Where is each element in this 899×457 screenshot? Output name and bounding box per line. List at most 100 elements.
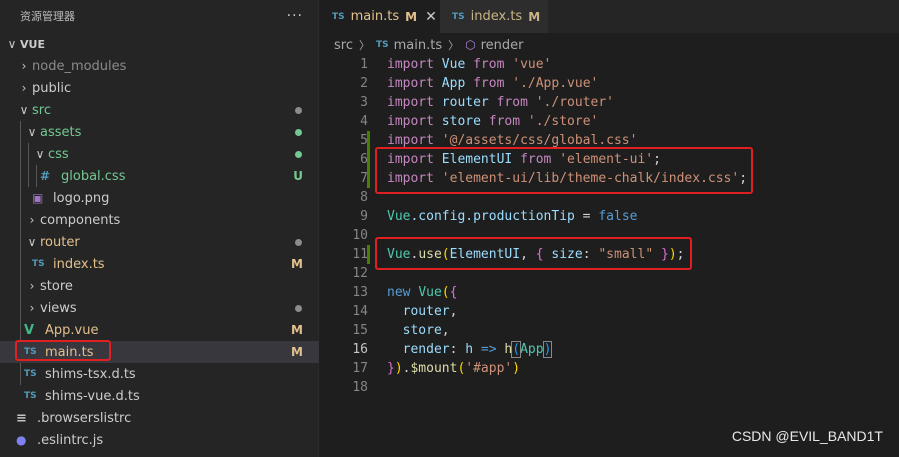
more-actions-icon[interactable]: ··· [287, 8, 303, 24]
chevron-right-icon: 〉 [448, 39, 460, 52]
line-number: 11 [352, 247, 368, 262]
chevron-right-icon: › [29, 301, 35, 315]
tree-item-components[interactable]: › components [0, 209, 319, 231]
line-number: 17 [352, 361, 368, 376]
breadcrumb-symbol[interactable]: render [481, 38, 524, 53]
typescript-file-icon: TS [332, 11, 345, 22]
typescript-file-icon: TS [24, 369, 37, 379]
code-string: '@/assets/css/global.css' [441, 133, 638, 148]
eslint-file-icon: ● [16, 433, 27, 447]
line-number: 18 [352, 380, 368, 395]
imports-highlight-box [375, 147, 753, 194]
tab-label: index.ts [470, 9, 523, 24]
line-number: 16 [352, 342, 368, 357]
tree-item-router[interactable]: ∨ router [0, 231, 319, 253]
tree-item-label: .eslintrc.js [37, 432, 104, 448]
code-string: 'vue' [512, 57, 552, 72]
tree-item-shims-vue[interactable]: TS shims-vue.d.ts [0, 385, 319, 407]
code-string: './router' [535, 95, 615, 110]
code-bracket: { [449, 285, 458, 300]
chevron-right-icon: › [29, 213, 35, 227]
tree-item-assets[interactable]: ∨ assets [0, 121, 319, 143]
tab-modified-badge: M [405, 9, 418, 24]
vue-file-icon: V [24, 322, 35, 338]
tree-item-global-css[interactable]: # global.css U [0, 165, 319, 187]
config-file-icon: ≡ [16, 410, 27, 426]
git-status-dot [295, 128, 302, 136]
tree-item-label: global.css [61, 168, 126, 184]
code-keyword: from [473, 76, 505, 91]
code-operator: = [574, 209, 599, 224]
git-status-badge: U [293, 169, 303, 183]
tree-item-eslintrc[interactable]: ● .eslintrc.js [0, 429, 319, 451]
git-status-dot [295, 304, 302, 312]
tab-main-ts[interactable]: TS main.ts M ✕ [320, 0, 440, 33]
tree-item-label: logo.png [53, 190, 110, 206]
code-keyword: import [387, 57, 434, 72]
tree-item-logo-png[interactable]: ▣ logo.png [0, 187, 319, 209]
tree-item-public[interactable]: › public [0, 77, 319, 99]
tree-item-views[interactable]: › views [0, 297, 319, 319]
tree-item-app-vue[interactable]: V App.vue M [0, 319, 319, 341]
tree-item-label: views [40, 300, 77, 316]
code-keyword: from [488, 114, 521, 129]
breadcrumb-file[interactable]: main.ts [394, 38, 442, 53]
chevron-down-icon: ∨ [27, 125, 37, 139]
tree-item-router-index-ts[interactable]: TS index.ts M [0, 253, 319, 275]
line-number: 12 [352, 266, 368, 281]
line-number: 2 [360, 76, 368, 91]
tree-item-label: shims-tsx.d.ts [45, 366, 136, 382]
code-editor[interactable]: 1 2 3 4 5 6 7 8 9 10 11 12 13 14 15 16 1… [320, 55, 899, 457]
git-status-badge: M [291, 323, 303, 337]
tree-item-label: index.ts [53, 256, 105, 272]
git-status-dot [295, 106, 302, 114]
tree-item-label: App.vue [45, 322, 99, 338]
git-status-dot [295, 238, 302, 246]
code-line-1: import Vue from 'vue' [387, 55, 551, 74]
line-number: 6 [360, 152, 368, 167]
code-line-17: }).$mount('#app') [387, 359, 520, 378]
breadcrumb: src 〉 TS main.ts 〉 ⬡ render [334, 35, 523, 55]
typescript-file-icon: TS [32, 259, 45, 269]
tree-item-label: VUE [20, 37, 45, 51]
tree-item-browserslistrc[interactable]: ≡ .browserslistrc [0, 407, 319, 429]
code-bracket: } [387, 361, 395, 376]
code-line-13: new Vue({ [387, 283, 457, 302]
code-keyword: new [387, 285, 411, 300]
tree-item-store[interactable]: › store [0, 275, 319, 297]
chevron-down-icon: ∨ [27, 235, 37, 249]
tree-item-css[interactable]: ∨ css [0, 143, 319, 165]
code-line-3: import router from './router' [387, 93, 614, 112]
tree-item-label: .browserslistrc [37, 410, 132, 426]
line-number: 4 [360, 114, 368, 129]
chevron-down-icon: ∨ [35, 147, 45, 161]
code-punct: : [449, 342, 466, 357]
main-ts-highlight-box [15, 340, 111, 361]
tree-item-shims-tsx[interactable]: TS shims-tsx.d.ts [0, 363, 319, 385]
tree-item-label: assets [40, 124, 82, 140]
line-number: 8 [360, 190, 368, 205]
code-line-15: store, [387, 321, 450, 340]
code-string: './store' [527, 114, 599, 129]
code-string: './App.vue' [512, 76, 599, 91]
tree-item-vue-root[interactable]: ∨ VUE [0, 33, 319, 55]
chevron-right-icon: › [21, 59, 27, 73]
code-bracket: ( [441, 285, 450, 300]
tree-item-src[interactable]: ∨ src [0, 99, 319, 121]
close-icon[interactable]: ✕ [425, 9, 437, 25]
code-bracket: ) [394, 361, 403, 376]
chevron-right-icon: 〉 [358, 39, 370, 52]
line-number: 3 [360, 95, 368, 110]
line-number: 7 [360, 171, 368, 186]
tree-item-node-modules[interactable]: › node_modules [0, 55, 319, 77]
code-keyword: from [496, 95, 528, 110]
tree-item-label: css [48, 146, 69, 162]
code-keyword: import [387, 76, 434, 91]
tab-index-ts[interactable]: TS index.ts M [440, 0, 548, 33]
code-keyword: import [387, 95, 434, 110]
code-identifier: Vue [441, 57, 466, 72]
code-class: Vue [418, 285, 442, 300]
code-keyword: from [473, 57, 505, 72]
code-bracket: ( [511, 341, 522, 358]
breadcrumb-folder[interactable]: src [334, 38, 353, 53]
